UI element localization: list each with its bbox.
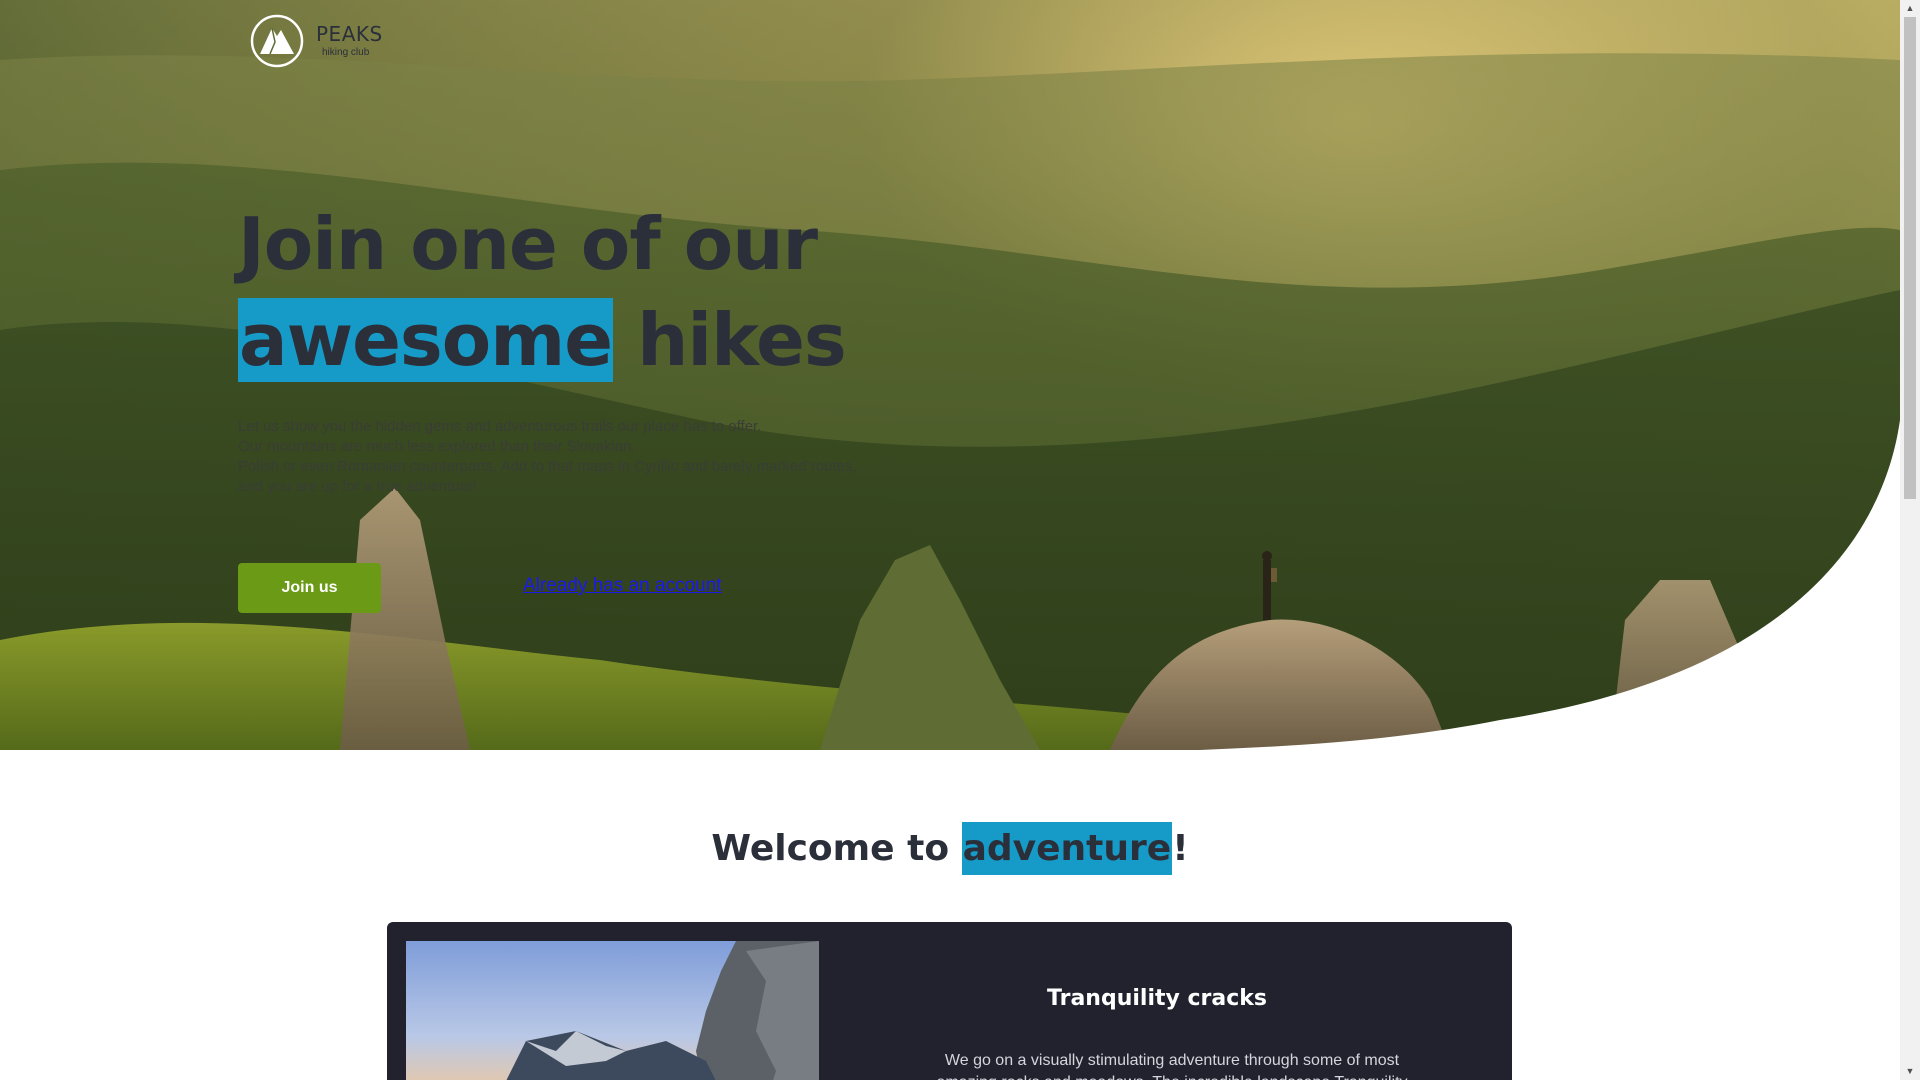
welcome-suffix: ! <box>1172 828 1189 869</box>
scroll-up-arrow-icon[interactable]: ▲ <box>1900 0 1920 17</box>
hike-card-image <box>406 941 819 1080</box>
hike-card-description: We go on a visually stimulating adventur… <box>936 1052 1407 1080</box>
already-has-account-link[interactable]: Already has an account <box>523 575 722 597</box>
intro-line: Polish or even Romanian counterparts. Ad… <box>238 458 857 475</box>
vertical-scrollbar[interactable]: ▲ ▼ <box>1900 0 1920 1080</box>
mountain-logo-icon <box>250 14 304 68</box>
brand-logo[interactable]: PEAKS hiking club <box>250 14 383 68</box>
scroll-down-arrow-icon[interactable]: ▼ <box>1900 1063 1920 1080</box>
page: PEAKS hiking club Join one of our awesom… <box>0 0 1900 1080</box>
welcome-prefix: Welcome to <box>711 828 962 869</box>
welcome-heading: Welcome to adventure! <box>0 822 1900 875</box>
hike-card-title: Tranquility cracks <box>1047 986 1267 1011</box>
headline-highlight: awesome <box>238 298 613 382</box>
hero-headline: Join one of our awesome hikes <box>238 196 847 388</box>
intro-line: Let us show you the hidden gems and adve… <box>238 418 762 435</box>
join-us-button[interactable]: Join us <box>238 563 381 613</box>
hero-intro-text: Let us show you the hidden gems and adve… <box>238 417 918 497</box>
welcome-highlight: adventure <box>961 822 1173 875</box>
hero-section: PEAKS hiking club Join one of our awesom… <box>0 0 1900 750</box>
scrollbar-thumb[interactable] <box>1904 17 1916 499</box>
brand-tagline: hiking club <box>322 47 370 58</box>
intro-line: and you are up for a true adventure! <box>238 478 478 495</box>
hike-card[interactable]: Tranquility cracks We go on a visually s… <box>387 922 1512 1080</box>
intro-line: Our mountains are much less explored tha… <box>238 438 636 455</box>
headline-line1: Join one of our <box>238 202 818 286</box>
brand-name: PEAKS <box>316 22 383 46</box>
headline-rest: hikes <box>613 298 847 382</box>
brand-text: PEAKS hiking club <box>316 24 383 58</box>
